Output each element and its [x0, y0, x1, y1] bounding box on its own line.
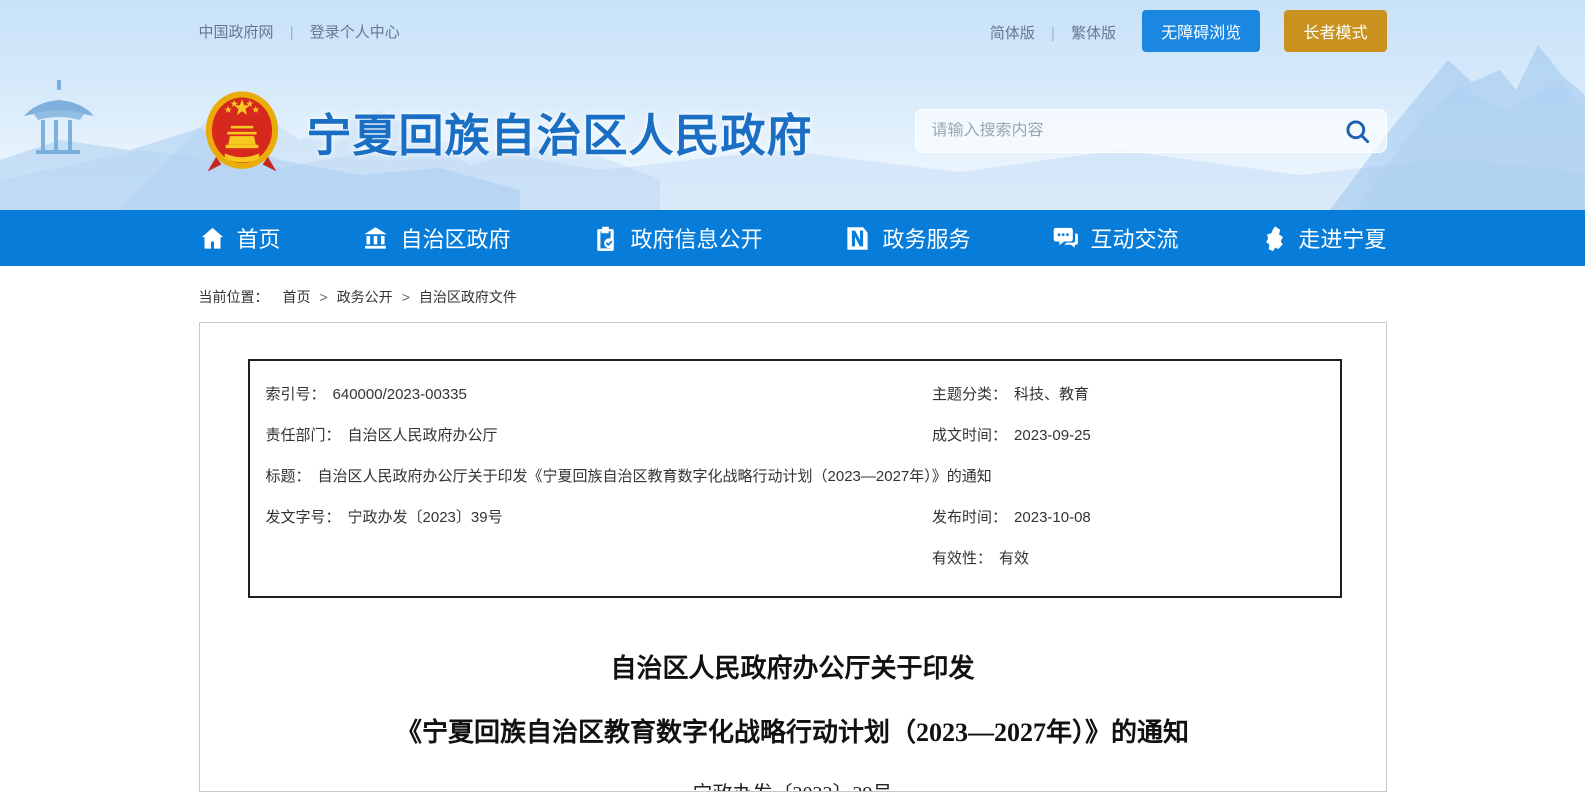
chat-bubbles-icon: [1052, 225, 1079, 252]
nav-item-label: 政府信息公开: [630, 222, 762, 254]
search-icon[interactable]: [1344, 117, 1372, 145]
meta-publish-date-value: 2023-10-08: [1014, 497, 1091, 538]
accessibility-browse-button[interactable]: 无障碍浏览: [1142, 10, 1260, 52]
meta-category-label: 主题分类：: [932, 374, 1007, 415]
meta-doc-number-value: 宁政办发〔2023〕39号: [348, 497, 503, 538]
breadcrumb-item-home[interactable]: 首页: [283, 287, 311, 307]
breadcrumb-separator: >: [320, 289, 328, 305]
document-panel: 索引号： 640000/2023-00335 主题分类： 科技、教育 责任部门：…: [199, 322, 1387, 792]
breadcrumb-item-gov-disclosure[interactable]: 政务公开: [337, 287, 393, 307]
nav-item-interaction[interactable]: 互动交流: [1052, 222, 1178, 254]
breadcrumb-separator: >: [402, 289, 410, 305]
document-metadata-box: 索引号： 640000/2023-00335 主题分类： 科技、教育 责任部门：…: [248, 359, 1342, 598]
meta-doc-number-label: 发文字号：: [266, 497, 341, 538]
search-input[interactable]: [932, 122, 1344, 140]
nav-item-label: 政务服务: [882, 222, 970, 254]
utility-topbar: 中国政府网 | 登录个人中心 简体版 | 繁体版 无障碍浏览 长者模式: [199, 0, 1387, 62]
nav-item-label: 走进宁夏: [1298, 222, 1386, 254]
meta-index-value: 640000/2023-00335: [333, 374, 467, 415]
topbar-left-links: 中国政府网 | 登录个人中心: [199, 21, 400, 42]
topbar-separator: |: [1051, 25, 1055, 42]
topbar-right-links: 简体版 | 繁体版 无障碍浏览 长者模式: [990, 10, 1387, 52]
link-login-personal-center[interactable]: 登录个人中心: [310, 24, 400, 41]
document-title-line2: 《宁夏回族自治区教育数字化战略行动计划（2023—2027年）》的通知: [200, 712, 1386, 749]
meta-department-label: 责任部门：: [266, 415, 341, 456]
meta-index-label: 索引号：: [266, 374, 326, 415]
nav-item-government-services[interactable]: 政务服务: [844, 222, 970, 254]
meta-validity-label: 有效性：: [932, 538, 992, 579]
meta-category-value: 科技、教育: [1014, 374, 1089, 415]
link-simplified-chinese[interactable]: 简体版: [990, 25, 1035, 42]
elder-mode-button[interactable]: 长者模式: [1284, 10, 1386, 52]
link-china-gov[interactable]: 中国政府网: [199, 24, 274, 41]
nav-item-government-info-disclosure[interactable]: 政府信息公开: [592, 222, 762, 254]
header-main-row: 宁夏回族自治区人民政府: [199, 62, 1387, 200]
meta-title-label: 标题：: [266, 456, 311, 497]
metadata-row: 发文字号： 宁政办发〔2023〕39号 发布时间： 2023-10-08: [266, 497, 1324, 538]
site-title: 宁夏回族自治区人民政府: [307, 99, 813, 164]
nav-item-regional-government[interactable]: 自治区政府: [362, 222, 510, 254]
meta-written-date-value: 2023-09-25: [1014, 415, 1091, 456]
search-box: [915, 109, 1387, 153]
link-traditional-chinese[interactable]: 繁体版: [1071, 25, 1116, 42]
site-header: 中国政府网 | 登录个人中心 简体版 | 繁体版 无障碍浏览 长者模式: [0, 0, 1585, 210]
document-title-block: 自治区人民政府办公厅关于印发 《宁夏回族自治区教育数字化战略行动计划（2023—…: [200, 648, 1386, 792]
document-title-line1: 自治区人民政府办公厅关于印发: [200, 648, 1386, 685]
meta-title-value: 自治区人民政府办公厅关于印发《宁夏回族自治区教育数字化战略行动计划（2023—2…: [318, 456, 992, 497]
national-emblem-icon: [199, 88, 285, 174]
meta-validity-value: 有效: [999, 538, 1029, 579]
government-building-icon: [362, 225, 389, 252]
meta-publish-date-label: 发布时间：: [932, 497, 1007, 538]
topbar-separator: |: [290, 24, 294, 41]
metadata-row: 有效性： 有效: [266, 538, 1324, 579]
metadata-row: 标题： 自治区人民政府办公厅关于印发《宁夏回族自治区教育数字化战略行动计划（20…: [266, 456, 1324, 497]
metadata-row: 索引号： 640000/2023-00335 主题分类： 科技、教育: [266, 374, 1324, 415]
meta-written-date-label: 成文时间：: [932, 415, 1007, 456]
nav-item-home[interactable]: 首页: [199, 222, 281, 254]
nav-item-label: 互动交流: [1090, 222, 1178, 254]
meta-department-value: 自治区人民政府办公厅: [348, 415, 498, 456]
breadcrumb: 当前位置： 首页 > 政务公开 > 自治区政府文件: [199, 266, 1387, 322]
breadcrumb-label: 当前位置：: [199, 287, 269, 307]
letter-n-badge-icon: [844, 225, 871, 252]
breadcrumb-item-regional-gov-documents[interactable]: 自治区政府文件: [419, 287, 517, 307]
ningxia-map-icon: [1260, 225, 1287, 252]
metadata-row: 责任部门： 自治区人民政府办公厅 成文时间： 2023-09-25: [266, 415, 1324, 456]
nav-item-label: 自治区政府: [400, 222, 510, 254]
nav-item-about-ningxia[interactable]: 走进宁夏: [1260, 222, 1386, 254]
nav-item-label: 首页: [237, 222, 281, 254]
home-icon: [199, 225, 226, 252]
site-brand[interactable]: 宁夏回族自治区人民政府: [199, 88, 813, 174]
main-navigation: 首页 自治区政府 政府信息公开 政务服务: [0, 210, 1585, 266]
clipboard-check-icon: [592, 225, 619, 252]
